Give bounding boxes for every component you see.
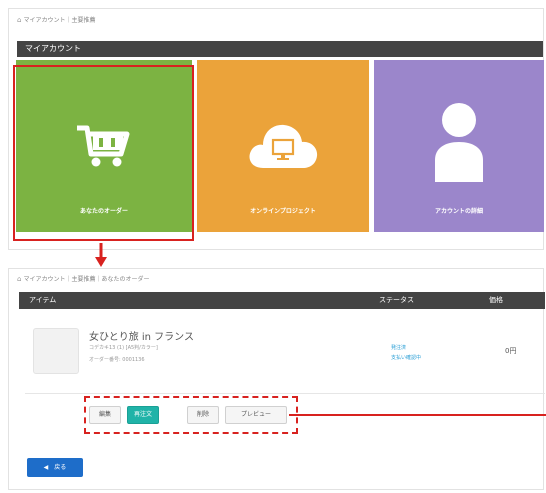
highlight-frame — [13, 65, 194, 241]
orders-table-header: アイテム ステータス 価格 — [19, 292, 545, 309]
column-status: ステータス — [379, 296, 414, 304]
tile-label: アカウントの詳細 — [434, 208, 483, 215]
tile-account-details[interactable]: アカウントの詳細 — [374, 60, 544, 232]
callout-line — [289, 414, 546, 416]
order-number: オーダー番号: 0001136 — [89, 357, 145, 363]
breadcrumb: ⌂ マイアカウント｜主要推薦 — [17, 16, 96, 24]
cloud-monitor-icon — [249, 124, 318, 168]
tile-label: オンラインプロジェクト — [250, 208, 316, 215]
divider — [25, 393, 545, 394]
user-icon — [435, 103, 483, 182]
section-title: マイアカウント — [17, 41, 543, 57]
column-item: アイテム — [29, 296, 57, 304]
item-spec: コデカキ13 (1) [A5判/カラー] — [89, 345, 158, 351]
item-title[interactable]: 女ひとり旅 in フランス — [89, 328, 194, 343]
back-button[interactable]: ◀ 戻る — [27, 458, 83, 477]
item-thumbnail[interactable] — [33, 328, 79, 374]
home-icon[interactable]: ⌂ — [17, 16, 21, 24]
item-price: 0円 — [505, 347, 517, 355]
status-payment: 支払い確認中 — [391, 355, 422, 361]
tile-online-projects[interactable]: オンラインプロジェクト — [197, 60, 369, 232]
highlight-dashed-frame — [84, 396, 298, 434]
breadcrumb: ⌂ マイアカウント｜主要推薦｜あなたのオーダー — [17, 275, 150, 283]
chevron-left-icon: ◀ — [43, 464, 49, 471]
column-price: 価格 — [489, 296, 503, 304]
orders-panel: ⌂ マイアカウント｜主要推薦｜あなたのオーダー アイテム ステータス 価格 女ひと… — [8, 268, 545, 490]
home-icon[interactable]: ⌂ — [17, 275, 21, 283]
down-arrow-icon — [95, 243, 107, 267]
status-ordered: 発注済 — [391, 345, 407, 351]
